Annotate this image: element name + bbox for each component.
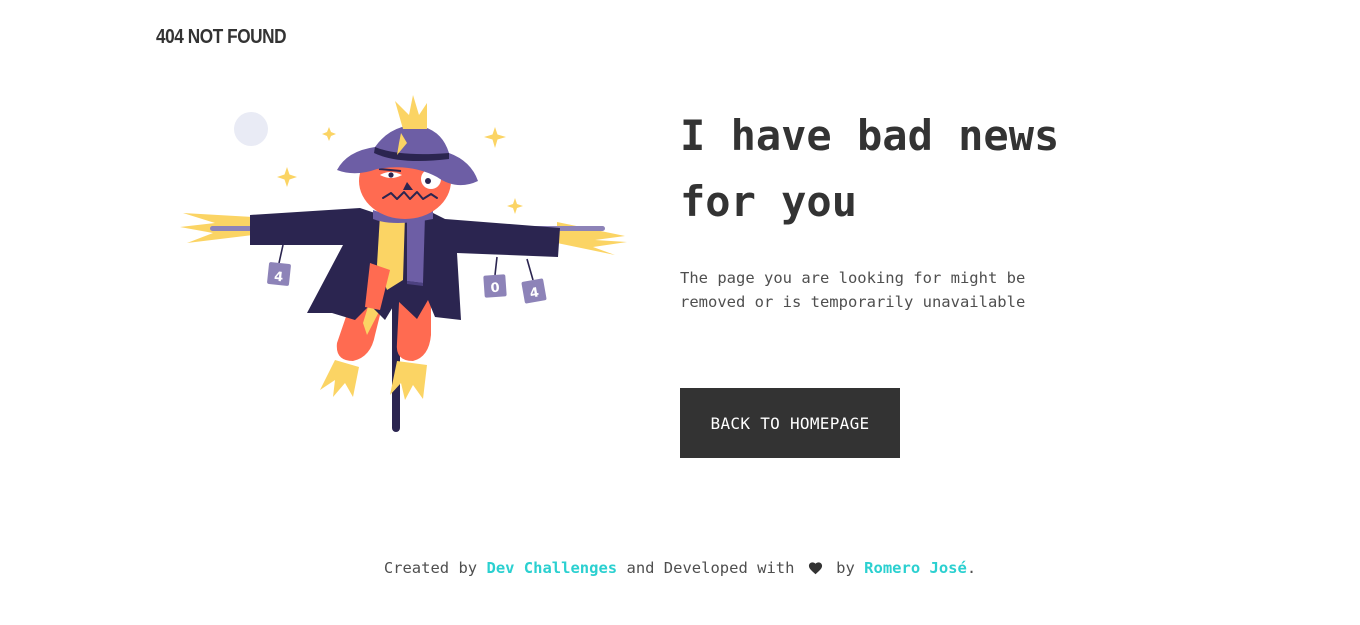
sparkle-icon: [322, 127, 336, 141]
can-digit-0: 0: [490, 281, 500, 297]
site-logo[interactable]: 404 NOT FOUND: [156, 26, 287, 49]
dev-challenges-link[interactable]: Dev Challenges: [486, 559, 617, 577]
error-headline: I have bad news for you: [680, 103, 1200, 235]
heart-icon: [808, 562, 822, 575]
headline-line-1: I have bad news: [680, 111, 1060, 160]
error-description: The page you are looking for might be re…: [680, 269, 1026, 311]
sparkle-icon: [507, 198, 523, 214]
footer-suffix: .: [966, 559, 977, 577]
author-link[interactable]: Romero José: [864, 559, 967, 577]
moon-shape: [234, 112, 268, 146]
footer-credits: Created by Dev Challenges and Developed …: [0, 559, 1360, 577]
footer-middle: and Developed with: [626, 559, 795, 577]
footer-by: by: [836, 559, 855, 577]
sparkle-icon: [277, 167, 297, 187]
can-digit-4-left: 4: [273, 270, 284, 286]
footer-prefix: Created by: [383, 559, 478, 577]
sparkle-icon: [484, 127, 506, 148]
headline-line-2: for you: [680, 177, 858, 226]
back-to-homepage-button[interactable]: BACK TO HOMEPAGE: [680, 388, 900, 458]
scarecrow-illustration: 4 0 4: [175, 95, 635, 440]
